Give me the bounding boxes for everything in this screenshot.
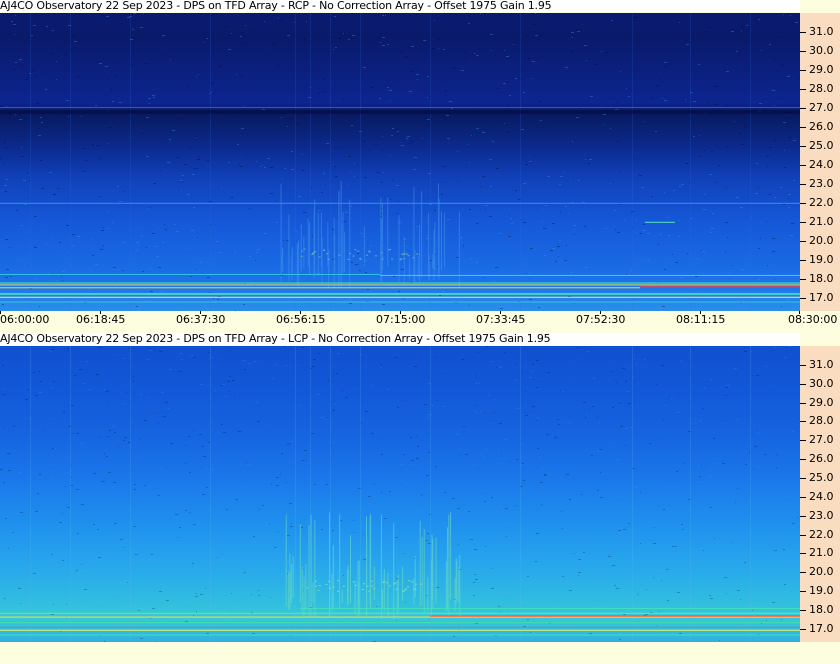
y-tick-label: 26.0 (809, 452, 834, 466)
lcp-chart-title: AJ4CO Observatory 22 Sep 2023 - DPS on T… (0, 333, 800, 345)
y-tick (800, 107, 806, 109)
y-tick (800, 383, 806, 385)
y-tick (800, 69, 806, 71)
lcp-spectrogram (0, 346, 800, 642)
y-tick (800, 402, 806, 404)
y-tick (800, 259, 806, 261)
y-tick (800, 164, 806, 166)
y-tick-label: 23.0 (809, 176, 834, 190)
y-tick-label: 24.0 (809, 157, 834, 171)
time-axis: 06:00:00 06:18:45 06:37:30 06:56:15 07:15:00… (0, 311, 840, 327)
y-tick (800, 364, 806, 366)
x-tick-label: 06:56:15 (276, 313, 326, 326)
y-tick (800, 534, 806, 536)
lcp-spectrogram-plot (0, 346, 800, 642)
band-line (0, 106, 800, 108)
y-tick (800, 515, 806, 517)
y-tick (800, 609, 806, 611)
rcp-chart-title: AJ4CO Observatory 22 Sep 2023 - DPS on T… (0, 0, 800, 12)
y-tick-label: 30.0 (809, 376, 834, 390)
x-tick-label: 06:18:45 (76, 313, 126, 326)
x-tick-label: 08:30:00 (788, 313, 838, 326)
y-tick-label: 26.0 (809, 119, 834, 133)
y-tick (800, 591, 806, 593)
y-tick-label: 25.0 (809, 470, 834, 484)
y-tick-label: 24.0 (809, 489, 834, 503)
y-tick-label: 21.0 (809, 214, 834, 228)
y-tick-label: 27.0 (809, 433, 834, 447)
y-tick-label: 17.0 (809, 621, 834, 635)
x-tick-label: 07:15:00 (376, 313, 426, 326)
y-tick (800, 183, 806, 185)
y-tick (800, 297, 806, 299)
y-tick (800, 459, 806, 461)
y-tick-label: 29.0 (809, 62, 834, 76)
x-tick-label: 06:00:00 (0, 313, 50, 326)
y-tick-label: 31.0 (809, 24, 834, 38)
lcp-frequency-axis: 31.0 30.0 29.0 28.0 27.0 26.0 25.0 24.0 23.0 22.0… (800, 346, 840, 642)
y-tick (800, 126, 806, 128)
x-tick-label: 06:37:30 (176, 313, 226, 326)
y-tick-label: 30.0 (809, 43, 834, 57)
y-tick-label: 28.0 (809, 81, 834, 95)
y-tick-label: 21.0 (809, 546, 834, 560)
y-tick (800, 31, 806, 33)
rcp-spectrogram (0, 13, 800, 311)
y-tick-label: 19.0 (809, 584, 834, 598)
y-tick (800, 221, 806, 223)
y-tick-label: 29.0 (809, 395, 834, 409)
dark-band (0, 109, 800, 114)
y-tick (800, 553, 806, 555)
x-tick-label: 08:11:15 (676, 313, 726, 326)
rcp-spectrogram-plot (0, 13, 800, 311)
y-tick-label: 31.0 (809, 357, 834, 371)
y-tick-label: 18.0 (809, 602, 834, 616)
y-tick (800, 477, 806, 479)
y-tick-label: 20.0 (809, 565, 834, 579)
y-tick (800, 88, 806, 90)
y-tick-label: 18.0 (809, 271, 834, 285)
y-tick-label: 22.0 (809, 195, 834, 209)
y-tick (800, 572, 806, 574)
y-tick (800, 145, 806, 147)
x-tick-label: 07:52:30 (576, 313, 626, 326)
y-tick-label: 28.0 (809, 414, 834, 428)
y-tick (800, 628, 806, 630)
y-tick-label: 27.0 (809, 100, 834, 114)
y-tick (800, 421, 806, 423)
y-tick (800, 240, 806, 242)
spectrogram-background (0, 346, 800, 642)
y-tick-label: 20.0 (809, 233, 834, 247)
x-tick-label: 07:33:45 (476, 313, 526, 326)
y-tick-label: 22.0 (809, 527, 834, 541)
y-tick-label: 25.0 (809, 138, 834, 152)
y-tick (800, 440, 806, 442)
y-tick-label: 19.0 (809, 252, 834, 266)
y-tick (800, 496, 806, 498)
y-tick (800, 50, 806, 52)
bottom-strip (0, 642, 840, 664)
y-tick-label: 17.0 (809, 290, 834, 304)
rcp-frequency-axis: 31.0 30.0 29.0 28.0 27.0 26.0 25.0 24.0 23.0 22.0… (800, 13, 840, 311)
y-tick (800, 278, 806, 280)
y-tick-label: 23.0 (809, 508, 834, 522)
y-tick (800, 202, 806, 204)
spectrogram-background (0, 13, 800, 311)
